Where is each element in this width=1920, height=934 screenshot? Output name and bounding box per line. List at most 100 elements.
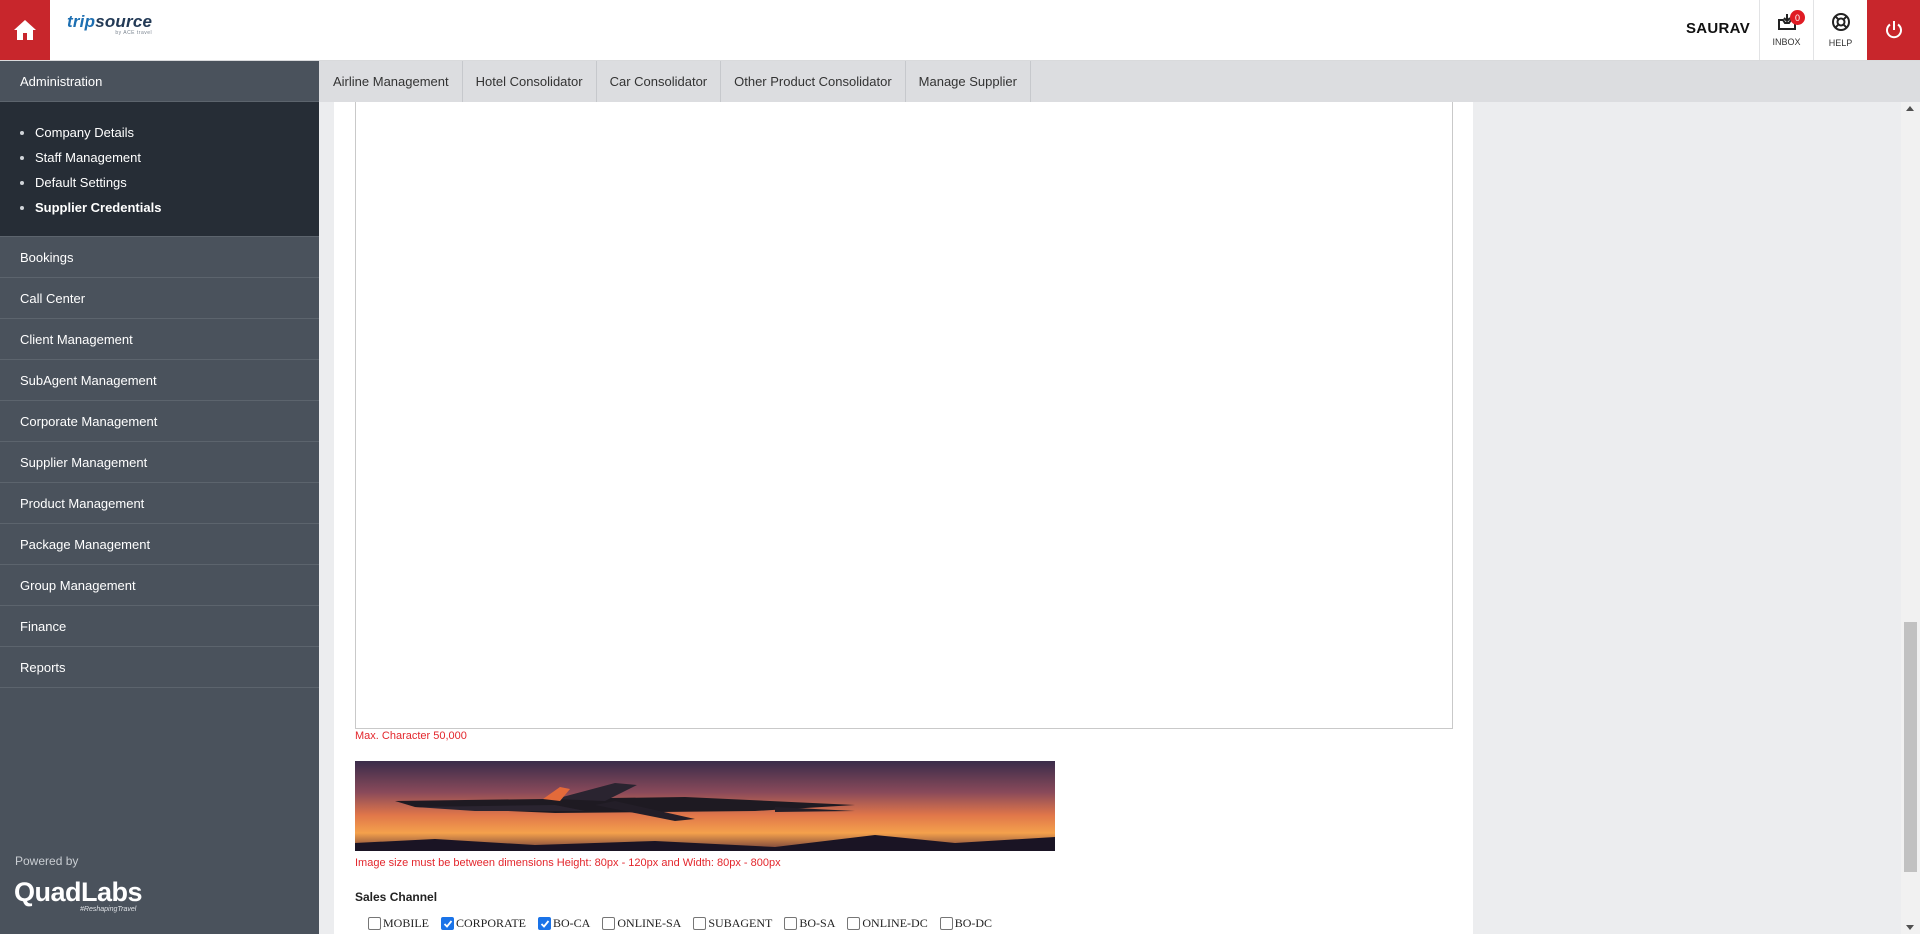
sidebar: Administration Company Details Staff Man… xyxy=(0,61,319,934)
sidebar-item-label: Finance xyxy=(20,618,67,634)
sidebar-item-package-management[interactable]: Package Management xyxy=(0,524,319,565)
tab-car-consolidator[interactable]: Car Consolidator xyxy=(597,61,722,102)
sidebar-item-label: Bookings xyxy=(20,249,74,265)
channel-label: BO-CA xyxy=(553,916,591,930)
bullet-icon xyxy=(20,205,24,210)
rich-text-editor[interactable] xyxy=(355,102,1453,729)
bullet-icon xyxy=(20,180,24,185)
checkbox-corporate[interactable] xyxy=(441,917,454,930)
submenu-item-label: Staff Management xyxy=(35,150,141,165)
administration-submenu: Company Details Staff Management Default… xyxy=(0,102,319,237)
sidebar-item-label: Call Center xyxy=(20,290,86,306)
quadlabs-logo: QuadLabs xyxy=(14,877,143,907)
airplane-sunset-image xyxy=(355,761,1055,851)
sidebar-item-label: Reports xyxy=(20,659,66,675)
channel-bo-dc[interactable]: BO-DC xyxy=(939,916,993,931)
channel-label: CORPORATE xyxy=(456,916,527,930)
scroll-down-arrow-icon[interactable] xyxy=(1906,925,1914,930)
inbox-label: INBOX xyxy=(1772,37,1801,47)
max-character-note: Max. Character 50,000 xyxy=(355,730,467,742)
tripsource-logo[interactable]: tripsource by ACE travel xyxy=(67,12,152,36)
sidebar-item-label: Group Management xyxy=(20,577,136,593)
channel-label: ONLINE-DC xyxy=(862,916,928,930)
main-content: Max. Character 50,000 Image size must be… xyxy=(319,102,1901,934)
channel-label: ONLINE-SA xyxy=(617,916,682,930)
submenu-item-staff-management[interactable]: Staff Management xyxy=(20,145,319,170)
sidebar-item-subagent-management[interactable]: SubAgent Management xyxy=(0,360,319,401)
sidebar-item-call-center[interactable]: Call Center xyxy=(0,278,319,319)
channel-bo-ca[interactable]: BO-CA xyxy=(538,916,590,931)
bullet-icon xyxy=(20,155,24,160)
logout-button[interactable] xyxy=(1867,0,1920,60)
sidebar-item-label: Corporate Management xyxy=(20,413,158,429)
checkbox-bo-dc[interactable] xyxy=(939,917,953,930)
sales-channel-title: Sales Channel xyxy=(355,890,438,904)
top-header: tripsource by ACE travel SAURAV 0 INBOX … xyxy=(0,0,1920,61)
powered-by-text: Powered by xyxy=(15,854,79,868)
channel-label: BO-SA xyxy=(799,916,836,930)
sidebar-item-client-management[interactable]: Client Management xyxy=(0,319,319,360)
tab-manage-supplier[interactable]: Manage Supplier xyxy=(906,61,1031,102)
lifebuoy-icon xyxy=(1831,13,1850,31)
sales-channel-options: MOBILE CORPORATE BO-CA ONLINE-SA SUBAGEN… xyxy=(368,916,1004,931)
sidebar-item-product-management[interactable]: Product Management xyxy=(0,483,319,524)
tab-airline-management[interactable]: Airline Management xyxy=(320,61,463,102)
sidebar-item-label: Administration xyxy=(20,73,103,89)
sidebar-item-finance[interactable]: Finance xyxy=(0,606,319,647)
checkbox-online-dc[interactable] xyxy=(847,917,861,930)
power-icon xyxy=(1885,21,1902,39)
quadlabs-tagline: #ReshapingTravel xyxy=(80,906,137,913)
form-panel: Max. Character 50,000 Image size must be… xyxy=(334,102,1473,934)
submenu-item-company-details[interactable]: Company Details xyxy=(20,120,319,145)
checkbox-online-sa[interactable] xyxy=(602,917,616,930)
sidebar-item-label: SubAgent Management xyxy=(20,372,157,388)
channel-subagent[interactable]: SUBAGENT xyxy=(693,916,772,931)
username[interactable]: SAURAV xyxy=(1686,20,1750,37)
checkbox-bo-sa[interactable] xyxy=(784,917,798,930)
sidebar-item-reports[interactable]: Reports xyxy=(0,647,319,688)
tab-hotel-consolidator[interactable]: Hotel Consolidator xyxy=(463,61,597,102)
sidebar-item-administration[interactable]: Administration xyxy=(0,61,319,102)
sidebar-item-label: Product Management xyxy=(20,495,145,511)
inbox-button[interactable]: 0 INBOX xyxy=(1759,0,1813,60)
channel-mobile[interactable]: MOBILE xyxy=(368,916,429,931)
sidebar-item-bookings[interactable]: Bookings xyxy=(0,237,319,278)
submenu-item-default-settings[interactable]: Default Settings xyxy=(20,170,319,195)
channel-label: SUBAGENT xyxy=(708,916,773,930)
channel-bo-sa[interactable]: BO-SA xyxy=(784,916,835,931)
checkbox-subagent[interactable] xyxy=(693,917,707,930)
scroll-up-arrow-icon[interactable] xyxy=(1906,106,1914,111)
channel-label: BO-DC xyxy=(954,916,993,930)
tab-other-product-consolidator[interactable]: Other Product Consolidator xyxy=(721,61,906,102)
sidebar-item-group-management[interactable]: Group Management xyxy=(0,565,319,606)
page-scrollbar[interactable] xyxy=(1901,102,1920,934)
scrollbar-thumb[interactable] xyxy=(1904,622,1917,872)
channel-online-dc[interactable]: ONLINE-DC xyxy=(847,916,928,931)
help-label: HELP xyxy=(1828,38,1853,48)
logo-source-text: source xyxy=(95,12,153,31)
submenu-item-label: Company Details xyxy=(35,125,134,140)
module-tabs: Airline Management Hotel Consolidator Ca… xyxy=(319,61,1920,102)
sidebar-item-label: Supplier Management xyxy=(20,454,148,470)
sidebar-item-label: Package Management xyxy=(20,536,151,552)
channel-online-sa[interactable]: ONLINE-SA xyxy=(602,916,681,931)
sidebar-item-corporate-management[interactable]: Corporate Management xyxy=(0,401,319,442)
home-icon xyxy=(14,20,36,40)
submenu-item-label: Default Settings xyxy=(35,175,127,190)
channel-corporate[interactable]: CORPORATE xyxy=(441,916,526,931)
image-size-note: Image size must be between dimensions He… xyxy=(355,857,781,869)
help-button[interactable]: HELP xyxy=(1813,0,1867,60)
channel-label: MOBILE xyxy=(383,916,429,930)
logo-trip-text: trip xyxy=(67,12,96,31)
inbox-count-badge: 0 xyxy=(1790,10,1805,25)
checkbox-bo-ca[interactable] xyxy=(538,917,552,930)
home-button[interactable] xyxy=(0,0,50,60)
sidebar-item-supplier-management[interactable]: Supplier Management xyxy=(0,442,319,483)
sidebar-item-label: Client Management xyxy=(20,331,133,347)
checkbox-mobile[interactable] xyxy=(368,917,381,930)
bullet-icon xyxy=(20,130,24,135)
checkmark-icon xyxy=(443,919,452,928)
submenu-item-supplier-credentials[interactable]: Supplier Credentials xyxy=(20,195,319,220)
checkmark-icon xyxy=(540,919,549,928)
client-logo-banner-image[interactable] xyxy=(355,761,1055,851)
